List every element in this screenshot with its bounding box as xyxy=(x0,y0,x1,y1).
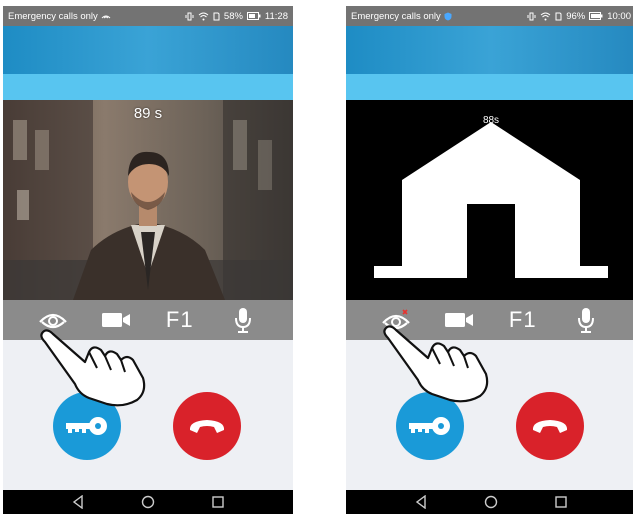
phone-screen-left: Emergency calls only 58% 11:28 89 s F1 xyxy=(3,6,293,514)
camera-button[interactable] xyxy=(96,305,136,335)
house-placeholder-icon xyxy=(374,122,608,278)
call-toolbar: F1 xyxy=(346,300,633,340)
clock: 10:00 xyxy=(607,10,631,22)
camera-icon xyxy=(445,313,474,327)
carrier-text: Emergency calls only xyxy=(351,10,441,22)
clock: 11:28 xyxy=(264,10,288,22)
call-actions xyxy=(346,340,633,490)
recents-icon xyxy=(555,496,567,508)
eye-icon xyxy=(38,313,67,329)
app-header xyxy=(346,26,633,74)
microphone-button[interactable] xyxy=(223,305,263,335)
home-button[interactable] xyxy=(133,491,163,513)
battery-icon xyxy=(589,12,603,20)
wifi-icon xyxy=(540,12,551,20)
home-icon xyxy=(484,495,498,509)
app-header xyxy=(3,26,293,74)
microphone-icon xyxy=(235,308,252,333)
app-subheader xyxy=(3,74,293,100)
back-button[interactable] xyxy=(63,491,93,513)
microphone-button[interactable] xyxy=(566,305,606,335)
phone-hangup-icon xyxy=(189,420,225,433)
f1-button[interactable]: F1 xyxy=(160,305,200,335)
recents-button[interactable] xyxy=(546,491,576,513)
video-feed: 89 s xyxy=(3,100,293,300)
call-countdown: 88s xyxy=(482,115,500,126)
home-button[interactable] xyxy=(476,491,506,513)
back-icon xyxy=(415,495,426,509)
eye-toggle-button[interactable] xyxy=(33,305,73,335)
phone-screen-right: Emergency calls only 96% 10:00 88s F1 xyxy=(346,6,633,514)
vibrate-icon xyxy=(185,12,194,20)
camera-image xyxy=(3,100,293,300)
eye-toggle-button[interactable] xyxy=(376,305,416,335)
back-icon xyxy=(72,495,83,509)
home-icon xyxy=(141,495,155,509)
carrier-text: Emergency calls only xyxy=(8,10,98,22)
call-toolbar: F1 xyxy=(3,300,293,340)
system-nav-bar xyxy=(346,490,633,514)
phone-hangup-icon xyxy=(532,420,568,433)
battery-percent: 96% xyxy=(566,10,586,22)
system-nav-bar xyxy=(3,490,293,514)
battery-icon xyxy=(246,12,261,20)
key-icon xyxy=(66,417,107,435)
hang-up-button[interactable] xyxy=(516,392,584,460)
status-bar: Emergency calls only 58% 11:28 xyxy=(3,6,293,26)
hang-up-button[interactable] xyxy=(173,392,241,460)
status-bar: Emergency calls only 96% 10:00 xyxy=(346,6,633,26)
camera-button[interactable] xyxy=(439,305,479,335)
call-actions xyxy=(3,340,293,490)
eye-off-icon xyxy=(381,309,410,330)
shield-icon xyxy=(444,12,452,20)
wifi-icon xyxy=(198,12,209,20)
key-icon xyxy=(409,417,450,435)
video-feed: 88s xyxy=(346,100,633,300)
unlock-door-button[interactable] xyxy=(53,392,121,460)
cast-icon xyxy=(101,15,111,19)
unlock-door-button[interactable] xyxy=(396,392,464,460)
recents-button[interactable] xyxy=(203,491,233,513)
f1-button[interactable]: F1 xyxy=(503,305,543,335)
back-button[interactable] xyxy=(406,491,436,513)
recents-icon xyxy=(212,496,224,508)
call-countdown: 89 s xyxy=(133,105,163,122)
app-subheader xyxy=(346,74,633,100)
sim-icon xyxy=(555,12,562,20)
vibrate-icon xyxy=(527,12,536,20)
sim-icon xyxy=(213,12,220,20)
microphone-icon xyxy=(578,308,595,333)
battery-percent: 58% xyxy=(223,10,243,22)
camera-icon xyxy=(102,313,131,327)
